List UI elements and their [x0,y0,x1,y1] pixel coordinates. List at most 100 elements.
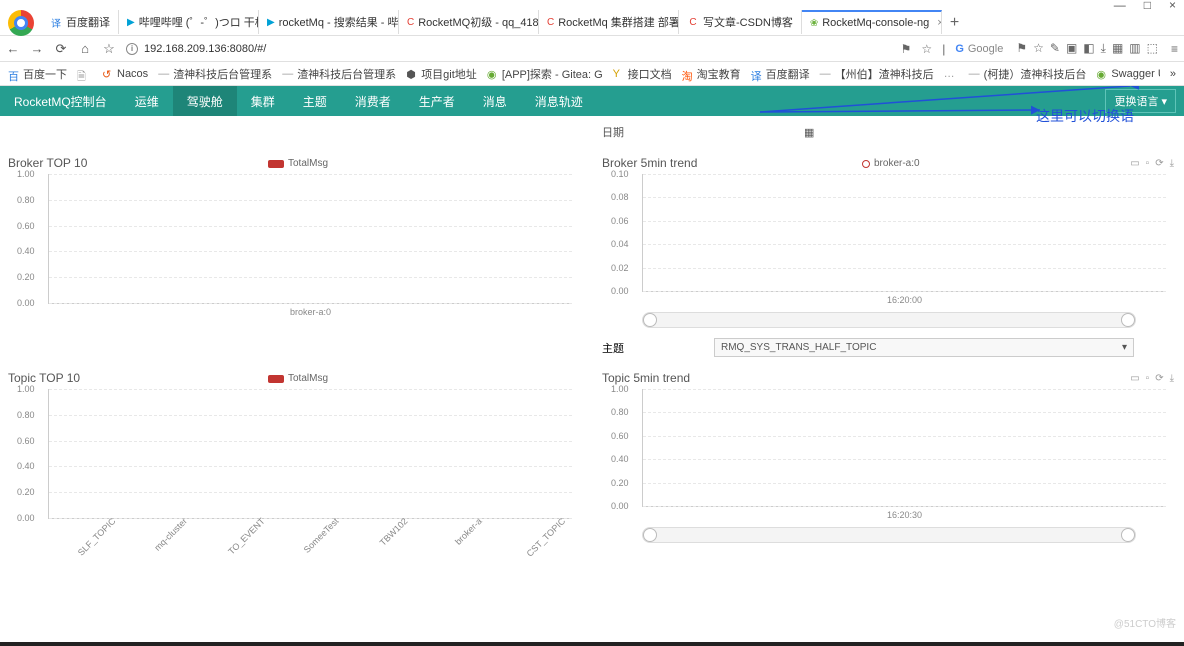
x-tick: SLF_TOPIC [76,516,118,558]
bookmark-item[interactable]: —渣神科技后台管理系 [282,66,396,82]
bookmark-item[interactable]: ⬢项目git地址 [406,66,477,82]
calendar-icon[interactable]: ▦ [804,126,814,139]
site-info-icon[interactable]: i [126,43,138,55]
y-tick: 0.20 [17,272,35,282]
toolbar-icon[interactable]: ▣ [1066,41,1077,55]
x-tick: 16:20:30 [887,510,922,520]
bookmark-favicon-icon: Y [613,68,625,80]
nav-item[interactable]: 消息轨迹 [521,86,597,116]
chart-tool-icon[interactable]: ▫ [1146,158,1150,169]
slider-handle-right[interactable] [1121,313,1135,327]
url-field[interactable]: i 192.168.209.136:8080/#/ [126,43,891,55]
back-button[interactable]: ← [6,41,20,56]
forward-button[interactable]: → [30,41,44,56]
bookmark-item[interactable]: —渣神科技后台管理系 [158,66,272,82]
bookmark-item[interactable]: 译百度翻译 [751,66,810,82]
bookmark-label: Swagger UI [1111,68,1160,80]
slider-handle-left[interactable] [643,313,657,327]
bookmark-item[interactable]: ◉Swagger UI [1096,68,1160,80]
browser-tab[interactable]: ▶哔哩哔哩 (゜-゜)つロ 干杯~-bilibili [119,10,259,34]
toolbar-icon[interactable]: ◧ [1083,41,1094,55]
toolbar-icon[interactable]: ⤓ [1101,41,1106,55]
nav-item[interactable]: 驾驶舱 [173,86,237,116]
y-tick: 0.20 [17,487,35,497]
search-box[interactable]: G Google [955,43,1003,55]
y-tick: 1.00 [17,169,35,179]
bookmark-item[interactable]: —【州伯】渣神科技后 [820,66,934,82]
nav-item[interactable]: 生产者 [405,86,469,116]
browser-tab[interactable]: ▶rocketMq - 搜索结果 - 哔哩哔哩弹 [259,10,399,34]
chart-tool-icon[interactable]: ⤓ [1170,158,1174,169]
bookmark-star[interactable]: ☆ [102,41,116,57]
toolbar-icon[interactable]: ▥ [1129,41,1140,55]
y-tick: 0.00 [17,298,35,308]
bookmark-item[interactable]: ◉[APP]探索 - Gitea: G [487,66,603,82]
reload-button[interactable]: ⟳ [54,41,68,57]
chart-tool-icon[interactable]: ▫ [1146,373,1150,384]
y-tick: 0.60 [17,436,35,446]
browser-tab[interactable]: CRocketMq 集群搭建 部署 (2m-2s- [539,10,679,34]
topic-select[interactable]: RMQ_SYS_TRANS_HALF_TOPIC ▾ [714,338,1134,357]
nav-item[interactable]: 运维 [121,86,173,116]
topic-top10-chart: 0.000.200.400.600.801.00SLF_TOPICmq-clus… [48,389,572,519]
tab-label: RocketMq 集群搭建 部署 (2m-2s- [558,14,679,30]
nav-item[interactable]: 消息 [469,86,521,116]
bookmark-item[interactable]: —(柯捷）渣神科技后台 [969,66,1087,82]
nav-item[interactable]: 集群 [237,86,289,116]
toolbar-icon[interactable]: ▦ [1112,41,1123,55]
toolbar-icon[interactable]: ☆ [1033,41,1044,55]
chart-tool-icon[interactable]: ⤓ [1170,373,1174,384]
bookmark-item[interactable]: 百百度一下 [8,66,67,82]
bookmark-label: 百度翻译 [766,66,810,82]
chart-tool-icon[interactable]: ▭ [1130,373,1139,384]
y-tick: 0.80 [611,407,629,417]
slider-handle-right[interactable] [1121,528,1135,542]
bookmarks-overflow[interactable]: » [1170,68,1176,80]
nav-item[interactable]: 主题 [289,86,341,116]
y-tick: 0.00 [611,501,629,511]
favorite-icon[interactable]: ☆ [921,42,932,56]
chrome-icon [8,10,34,36]
nav-item[interactable]: 消费者 [341,86,405,116]
window-minimize[interactable]: — [1114,0,1126,12]
home-button[interactable]: ⌂ [78,41,92,56]
tab-favicon-icon: ▶ [127,16,135,28]
dashboard-content: 日期 ▦ Broker TOP 10 TotalMsg 0.000.200.40… [0,116,1184,547]
bookmark-item[interactable]: … [944,68,959,80]
bookmark-favicon-icon: 淘 [682,68,694,80]
bookmark-item[interactable]: Y接口文档 [613,66,672,82]
legend-swatch-icon [268,160,284,168]
chart-tool-icon[interactable]: ▭ [1130,158,1139,169]
chart-tool-icon[interactable]: ⟳ [1155,158,1163,169]
toolbar-icon[interactable]: ✎ [1050,41,1060,55]
tab-favicon-icon: 译 [50,16,62,28]
bookmark-favicon-icon: … [944,68,956,80]
reader-icon[interactable]: ⚑ [901,42,912,56]
bookmark-item[interactable]: ↺Nacos [102,68,148,80]
y-tick: 0.40 [611,454,629,464]
slider-handle-left[interactable] [643,528,657,542]
app-brand: RocketMQ控制台 [0,93,121,110]
menu-button[interactable]: ≡ [1171,42,1178,56]
time-slider[interactable] [642,312,1136,328]
browser-tab[interactable]: C写文章-CSDN博客 [679,10,802,34]
chart-tools: ▭ ▫ ⟳ ⤓ [1130,373,1174,384]
time-slider[interactable] [642,527,1136,543]
toolbar-icon[interactable]: ⬚ [1147,41,1158,55]
bookmark-favicon-icon: — [282,68,294,80]
window-close[interactable]: × [1169,0,1176,12]
bookmark-item[interactable]: 🗎 [77,68,92,80]
bookmark-label: 百度一下 [23,66,67,82]
panel-topic-trend: Topic 5min trend ▭▫⟳⤓ 0.000.200.400.600.… [602,367,1176,547]
broker-trend-chart: 0.000.020.040.060.080.1016:20:00 [642,174,1166,292]
browser-tab[interactable]: CRocketMQ初级 - qq_41853447的 [399,10,539,34]
bookmark-item[interactable]: 淘淘宝教育 [682,66,741,82]
window-maximize[interactable]: □ [1144,0,1151,12]
browser-tab[interactable]: ❀RocketMq-console-ng× [802,10,942,34]
chart-tool-icon[interactable]: ⟳ [1155,373,1163,384]
browser-tab[interactable]: 译百度翻译 [42,10,119,34]
y-tick: 1.00 [611,384,629,394]
toolbar-icon[interactable]: ⚑ [1016,41,1027,55]
new-tab-button[interactable]: + [942,14,967,32]
y-tick: 0.06 [611,216,629,226]
